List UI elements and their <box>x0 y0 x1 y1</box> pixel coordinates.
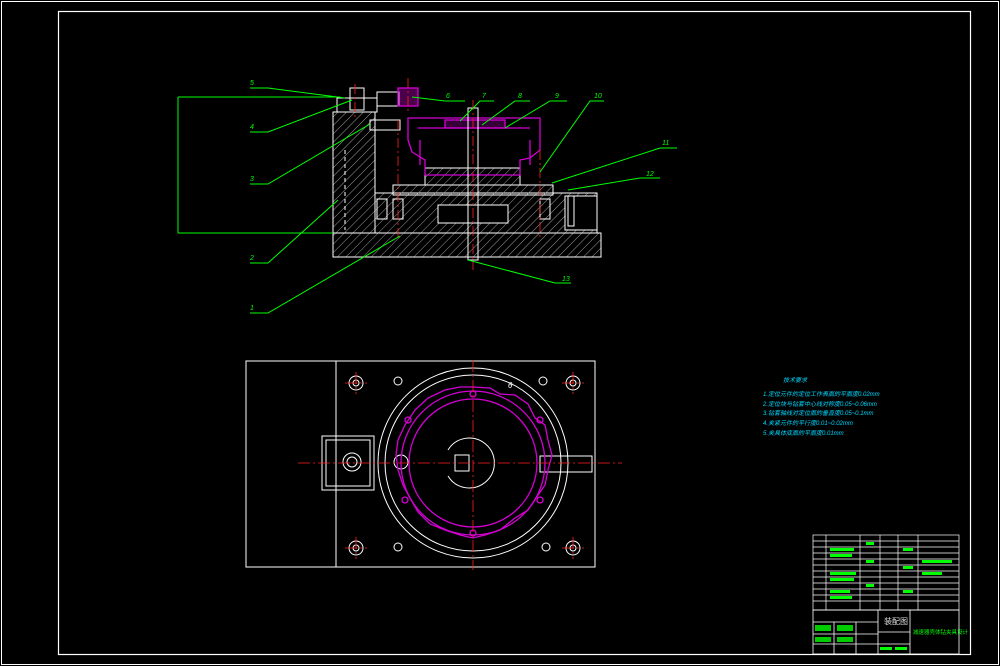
technical-notes: 技术要求 1.定位元件的定位工作表面的平面度0.02mm 2.定位块与钻套中心线… <box>762 376 880 437</box>
notes-heading: 技术要求 <box>783 376 808 384</box>
note-line-4: 4.夹紧元件的平行度0.01~0.02mm <box>763 419 853 427</box>
note-line-2: 2.定位块与钻套中心线对称度0.05~0.06mm <box>762 400 877 408</box>
balloon-7: 7 <box>482 93 487 100</box>
note-line-5: 5.夹具体底面的平面度0.01mm <box>763 429 844 437</box>
balloon-9: 9 <box>555 93 559 100</box>
plan-view <box>245 360 596 568</box>
title-block-cell-marks <box>815 625 907 650</box>
balloon-8: 8 <box>518 93 522 100</box>
balloon-12: 12 <box>646 171 654 178</box>
workpiece-plan <box>395 386 553 539</box>
balloon-3: 3 <box>250 176 254 183</box>
note-line-3: 3.钻套轴线对定位面的垂直度0.05~0.1mm <box>763 409 874 417</box>
balloon-4: 4 <box>250 124 254 131</box>
balloon-6: 6 <box>446 93 450 100</box>
plan-angle-label: θ <box>508 381 513 390</box>
note-line-1: 1.定位元件的定位工作表面的平面度0.02mm <box>763 390 880 398</box>
balloon-5: 5 <box>250 80 254 87</box>
balloon-10: 10 <box>594 93 602 100</box>
parts-list-cell-marks <box>830 542 952 599</box>
balloon-1: 1 <box>250 305 254 312</box>
cad-drawing-canvas: 5 4 3 2 1 6 7 8 9 10 11 12 13 θ 技术要求 1.定… <box>1 1 999 665</box>
balloon-2: 2 <box>249 255 254 262</box>
plan-centerlines <box>298 360 622 570</box>
balloon-11: 11 <box>662 140 669 147</box>
title-drawing-name: 装配图 <box>884 616 908 626</box>
balloon-13: 13 <box>562 276 570 283</box>
height-dimension <box>177 96 340 234</box>
title-project-name: 减速器壳体钻夹具设计 <box>913 628 969 636</box>
base-plate <box>332 232 602 258</box>
support-column <box>332 111 376 234</box>
